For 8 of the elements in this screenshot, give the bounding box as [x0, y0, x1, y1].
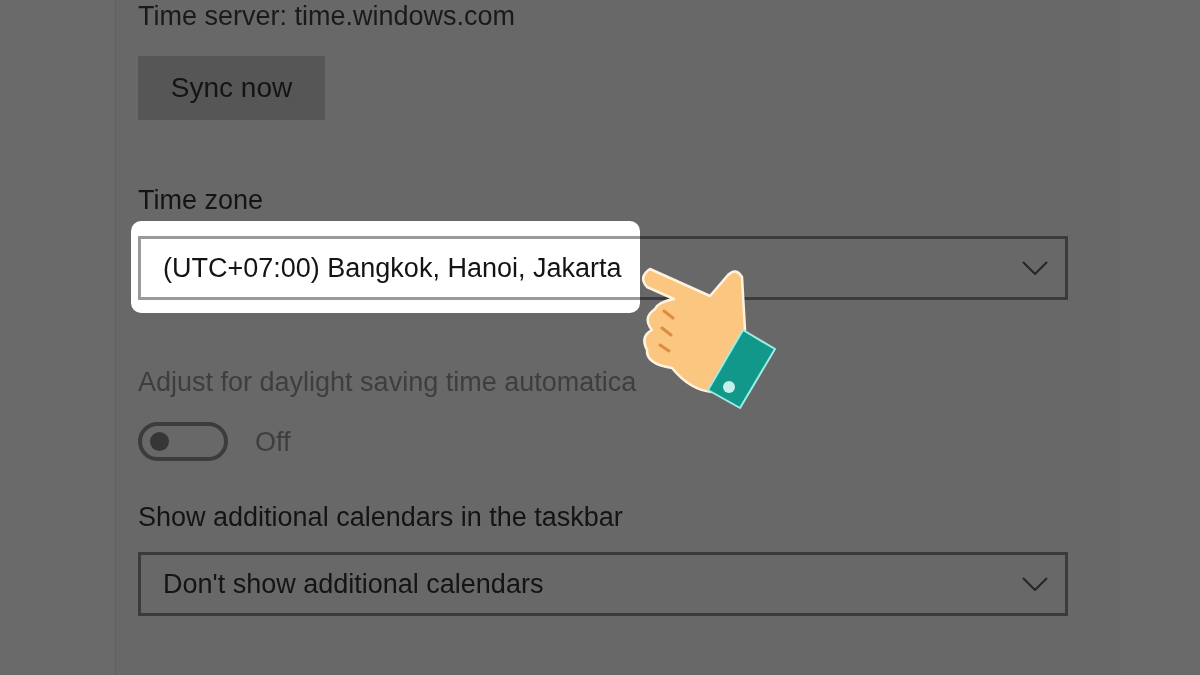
calendars-dropdown[interactable]: Don't show additional calendars	[138, 552, 1068, 616]
time-zone-dropdown[interactable]: (UTC+07:00) Bangkok, Hanoi, Jakarta	[138, 236, 1068, 300]
time-zone-label: Time zone	[138, 184, 264, 217]
chevron-down-icon	[1022, 261, 1048, 275]
additional-calendars-label: Show additional calendars in the taskbar	[138, 501, 623, 534]
time-server-text: Time server: time.windows.com	[138, 0, 516, 32]
chevron-down-icon	[1022, 577, 1048, 591]
sync-now-button[interactable]: Sync now	[138, 56, 325, 120]
